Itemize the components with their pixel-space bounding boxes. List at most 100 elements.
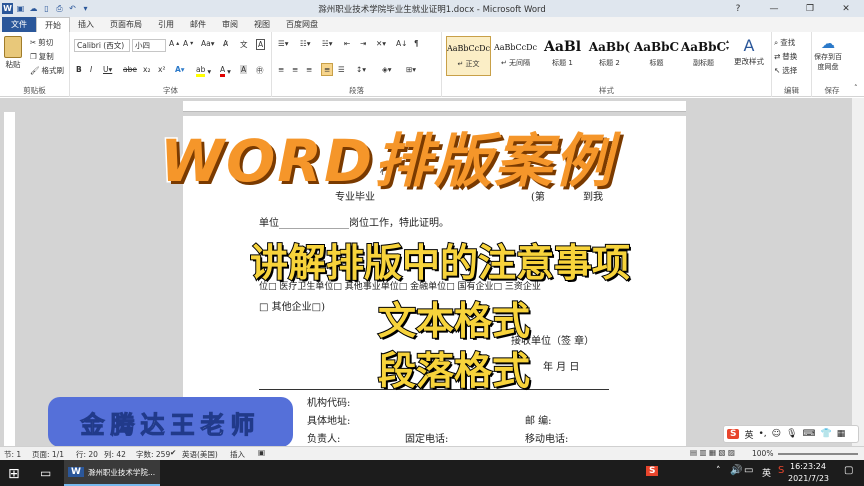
- zoom-level[interactable]: 100%: [752, 449, 773, 458]
- grow-font-button[interactable]: A ▴: [169, 39, 179, 48]
- voice-icon[interactable]: 🎙: [786, 429, 797, 439]
- status-mode[interactable]: 插入: [230, 449, 245, 460]
- tab-baidu-netdisk[interactable]: 百度网盘: [278, 17, 326, 32]
- punctuation-icon[interactable]: •,: [759, 429, 767, 439]
- tab-home[interactable]: 开始: [36, 17, 70, 32]
- save-to-baidu-button[interactable]: ☁ 保存到百 度网盘: [814, 36, 842, 72]
- paste-button[interactable]: 粘贴: [4, 36, 22, 70]
- select-button[interactable]: ↖ 选择: [774, 65, 797, 76]
- task-view-icon[interactable]: ▭: [40, 466, 51, 480]
- format-painter-button[interactable]: 🖌 格式刷: [30, 65, 64, 76]
- view-buttons[interactable]: ▤ ▥ ▦ ▧ ▨: [690, 448, 735, 457]
- tab-insert[interactable]: 插入: [70, 17, 102, 32]
- superscript-button[interactable]: x²: [158, 65, 165, 74]
- change-case-button[interactable]: Aa▾: [201, 39, 215, 48]
- justify-icon[interactable]: ≡: [321, 63, 334, 76]
- clear-format-icon[interactable]: A̷: [223, 39, 228, 48]
- copy-button[interactable]: ❐ 复制: [30, 51, 54, 62]
- chinese-layout-icon[interactable]: ✕▾: [376, 39, 386, 48]
- italic-button[interactable]: I: [90, 65, 92, 74]
- text-effects-button[interactable]: A▾: [175, 65, 185, 74]
- collapse-ribbon-icon[interactable]: ˄: [854, 84, 858, 92]
- distributed-icon[interactable]: ☰: [338, 65, 345, 74]
- tab-mailings[interactable]: 邮件: [182, 17, 214, 32]
- increase-indent-icon[interactable]: ⇥: [360, 39, 366, 48]
- volume-icon[interactable]: 🔊: [730, 465, 742, 476]
- border-char-icon[interactable]: A: [256, 39, 266, 50]
- help-button[interactable]: ?: [720, 0, 756, 17]
- styles-scroll-icon[interactable]: ▴ ▾: [726, 38, 729, 52]
- close-button[interactable]: ✕: [828, 0, 864, 17]
- tab-review[interactable]: 审阅: [214, 17, 246, 32]
- tab-file[interactable]: 文件: [2, 17, 36, 32]
- vertical-ruler[interactable]: [4, 112, 15, 446]
- status-language[interactable]: 英语(美国): [182, 449, 218, 460]
- status-words[interactable]: 字数: 259: [136, 449, 170, 460]
- status-page[interactable]: 页面: 1/1: [32, 449, 64, 460]
- font-size-select[interactable]: 小四: [132, 39, 166, 52]
- align-center-icon[interactable]: ≡: [292, 65, 298, 74]
- status-section[interactable]: 节: 1: [4, 449, 21, 460]
- font-color-button[interactable]: A ▾: [220, 65, 231, 77]
- clock-time[interactable]: 16:23:24: [790, 462, 826, 471]
- style-subtitle[interactable]: AaBbC 副标题: [681, 36, 726, 76]
- enclose-char-icon[interactable]: ㊥: [256, 65, 264, 76]
- sogou-tray-icon[interactable]: S: [646, 466, 659, 476]
- shrink-font-button[interactable]: A ▾: [183, 39, 193, 48]
- tray-expand-icon[interactable]: ˄: [716, 466, 721, 476]
- align-right-icon[interactable]: ≡: [306, 65, 312, 74]
- taskbar-word-app[interactable]: W 滁州职业技术学院...: [64, 460, 160, 486]
- style-heading-2[interactable]: AaBb( 标题 2: [587, 36, 632, 76]
- underline-button[interactable]: U▾: [103, 65, 112, 74]
- decrease-indent-icon[interactable]: ⇤: [344, 39, 350, 48]
- cut-button[interactable]: ✂ 剪切: [30, 37, 53, 48]
- change-styles-button[interactable]: A 更改样式: [734, 36, 764, 67]
- toolbox-icon[interactable]: ▦: [837, 429, 846, 439]
- tab-view[interactable]: 视图: [246, 17, 278, 32]
- multilevel-list-icon[interactable]: ☵▾: [322, 39, 333, 48]
- line-spacing-icon[interactable]: ↕▾: [356, 65, 366, 74]
- macro-icon[interactable]: ▣: [258, 448, 265, 457]
- style-title[interactable]: AaBbC 标题: [634, 36, 679, 76]
- show-marks-icon[interactable]: ¶: [414, 39, 419, 48]
- align-left-icon[interactable]: ≡: [278, 65, 284, 74]
- ime-language[interactable]: 英: [744, 428, 753, 441]
- highlight-button[interactable]: ab ▾: [196, 65, 211, 77]
- ime-toolbar[interactable]: S 英 •, ☺ 🎙 ⌨ 👕 ▦: [723, 425, 859, 443]
- network-icon[interactable]: ▭: [744, 465, 753, 476]
- emoji-icon[interactable]: ☺: [772, 429, 781, 439]
- char-shading-icon[interactable]: A: [240, 65, 248, 74]
- bullets-icon[interactable]: ☰▾: [278, 39, 289, 48]
- status-row[interactable]: 行: 20: [76, 449, 98, 460]
- skin-icon[interactable]: 👕: [821, 429, 832, 439]
- style-normal[interactable]: AaBbCcDc ↵ 正文: [446, 36, 491, 76]
- notification-icon[interactable]: ▢: [844, 465, 853, 476]
- keyboard-icon[interactable]: ⌨: [803, 429, 816, 439]
- proofing-icon[interactable]: ✔: [170, 448, 176, 457]
- style-heading-1[interactable]: AaBl 标题 1: [540, 36, 585, 76]
- start-icon[interactable]: ⊞: [8, 466, 20, 482]
- subscript-button[interactable]: x₂: [143, 65, 150, 74]
- tray-sogou-icon[interactable]: S: [778, 465, 784, 476]
- style-no-spacing[interactable]: AaBbCcDc ↵ 无间隔: [493, 36, 538, 76]
- clock-date[interactable]: 2021/7/23: [788, 474, 829, 483]
- borders-icon[interactable]: ⊞▾: [406, 65, 416, 74]
- numbering-icon[interactable]: ☷▾: [300, 39, 311, 48]
- zoom-slider[interactable]: [778, 453, 858, 455]
- tab-page-layout[interactable]: 页面布局: [102, 17, 150, 32]
- strikethrough-button[interactable]: abe: [123, 65, 137, 74]
- shading-icon[interactable]: ◈▾: [382, 65, 392, 74]
- bold-button[interactable]: B: [76, 65, 82, 74]
- status-col[interactable]: 列: 42: [104, 449, 126, 460]
- horizontal-ruler[interactable]: [183, 101, 686, 112]
- tab-references[interactable]: 引用: [150, 17, 182, 32]
- ime-tray-label[interactable]: 英: [762, 466, 771, 479]
- find-button[interactable]: ⌕ 查找: [774, 37, 795, 48]
- phonetic-icon[interactable]: 文: [240, 39, 248, 50]
- sort-icon[interactable]: A↓: [396, 39, 407, 48]
- restore-button[interactable]: ❐: [792, 0, 828, 17]
- replace-button[interactable]: ⇄ 替换: [774, 51, 797, 62]
- vertical-scrollbar[interactable]: [852, 98, 864, 446]
- minimize-button[interactable]: —: [756, 0, 792, 17]
- font-name-select[interactable]: Calibri (西文): [74, 39, 130, 52]
